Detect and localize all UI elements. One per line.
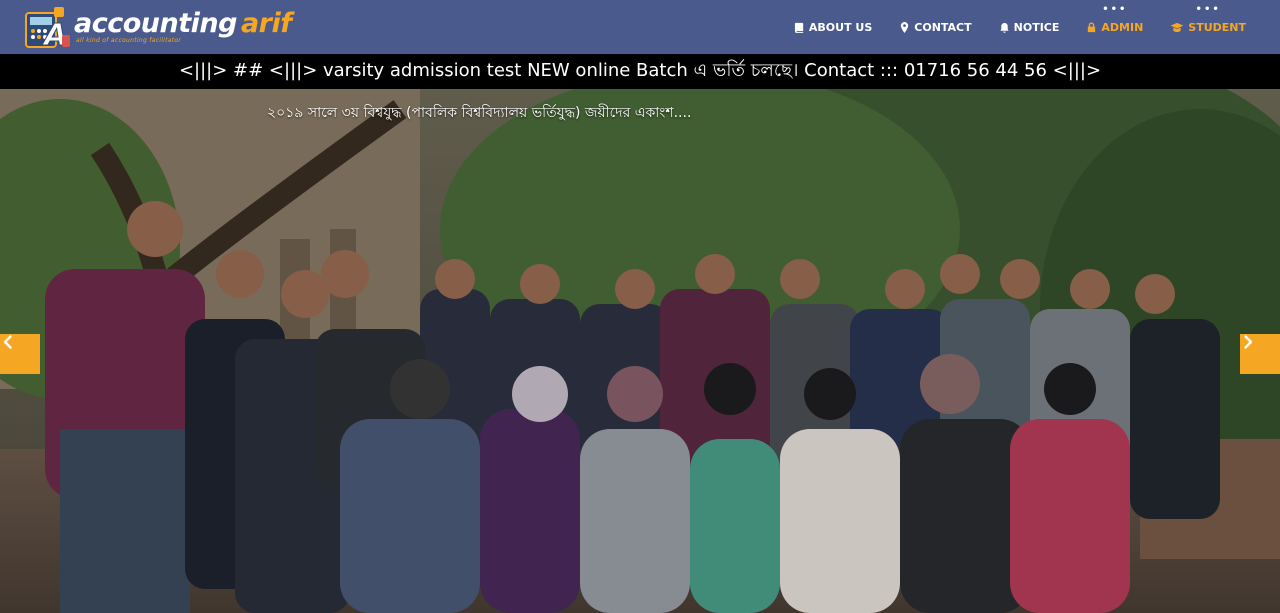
logo-icon: A [24, 5, 72, 54]
brand-name-primary: accounting [74, 8, 237, 39]
brand-logo-link[interactable]: A accounting arif all kind of accounting … [24, 0, 292, 54]
nav-about-us-label: ABOUT US [808, 20, 873, 34]
student-dots-indicator: ••• [1195, 3, 1221, 15]
nav-contact[interactable]: CONTACT [899, 20, 972, 34]
top-navbar: A accounting arif all kind of accounting … [0, 0, 1280, 54]
graduation-cap-icon [1170, 22, 1184, 32]
admin-dots-indicator: ••• [1102, 3, 1128, 15]
announcement-ticker[interactable]: <|||> ## <|||> varsity admission test NE… [0, 54, 1280, 89]
brand-tagline: all kind of accounting facilitator [76, 37, 182, 44]
hero-photo-group-students [0, 89, 1280, 613]
nav-admin[interactable]: ••• ADMIN [1086, 4, 1144, 34]
nav-student[interactable]: ••• STUDENT [1170, 4, 1246, 34]
book-icon [794, 22, 804, 33]
carousel-prev-button[interactable] [0, 334, 40, 374]
chevron-right-icon [1244, 335, 1253, 349]
nav-admin-label: ADMIN [1101, 20, 1144, 34]
carousel-next-button[interactable] [1240, 334, 1280, 374]
nav-contact-label: CONTACT [914, 20, 972, 34]
nav-notice-label: NOTICE [1013, 20, 1060, 34]
nav-about-us[interactable]: ABOUT US [794, 21, 872, 34]
bell-icon [1000, 22, 1009, 33]
nav-notice[interactable]: NOTICE [999, 20, 1060, 34]
hero-caption: ২০১৯ সালে ৩য় বিশ্বযুদ্ধ (পাবলিক বিশ্ববি… [267, 105, 692, 121]
map-marker-icon [901, 21, 909, 33]
ticker-text: <|||> ## <|||> varsity admission test NE… [178, 60, 1102, 81]
nav-student-label: STUDENT [1188, 20, 1246, 34]
nav-menu: ABOUT US CONTACT NOTICE ••• ADMIN ••• ST… [767, 0, 1246, 54]
lock-icon [1088, 21, 1096, 32]
brand-name-accent: arif [240, 8, 292, 39]
chevron-left-icon [3, 335, 12, 349]
hero-carousel: ২০১৯ সালে ৩য় বিশ্বযুদ্ধ (পাবলিক বিশ্ববি… [0, 89, 1280, 613]
